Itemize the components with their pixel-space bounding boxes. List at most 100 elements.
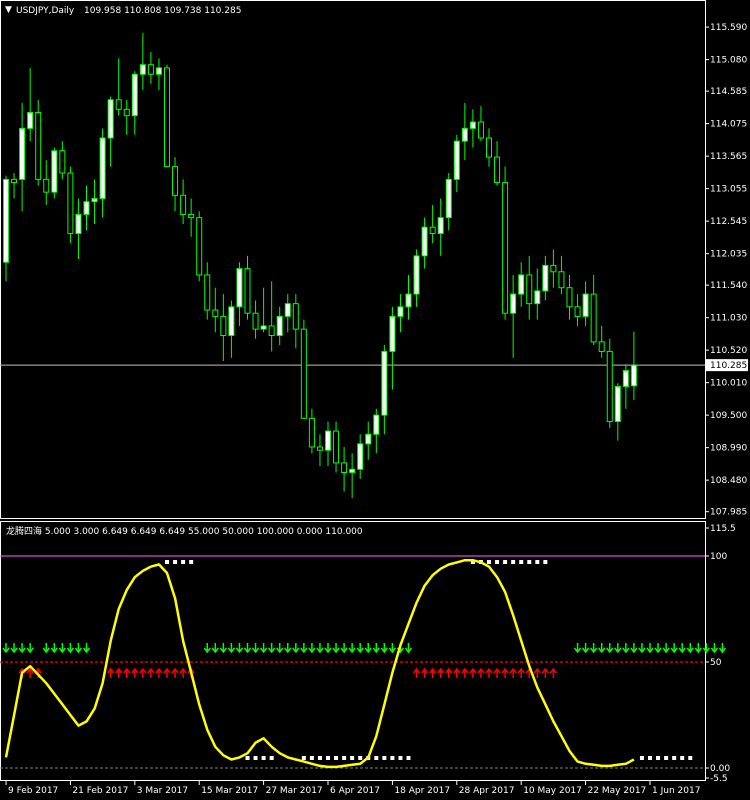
candle-body — [35, 111, 42, 180]
price-axis-label: 112.545 — [710, 217, 747, 227]
candle-body — [614, 385, 621, 423]
bottom-marker-dot — [672, 756, 677, 760]
bottom-marker-dot — [253, 756, 258, 760]
candle-body — [268, 325, 275, 337]
candle[interactable] — [196, 211, 203, 282]
candle-body — [574, 306, 581, 317]
candle-body — [284, 303, 291, 317]
candle-body — [19, 127, 26, 180]
sell-arrow-icon — [517, 667, 525, 678]
sell-arrow-icon — [179, 667, 187, 678]
candle[interactable] — [35, 99, 42, 186]
candle-body — [413, 255, 420, 295]
candle-body — [115, 99, 122, 110]
sell-arrow-icon — [485, 667, 493, 678]
buy-arrow-icon — [203, 643, 211, 654]
buy-arrow-icon — [340, 643, 348, 654]
candle-body — [83, 201, 90, 215]
price-axis-label: 110.520 — [710, 346, 747, 356]
sell-arrow-icon — [115, 667, 123, 678]
buy-arrow-icon — [268, 643, 276, 654]
top-marker-dot — [535, 560, 540, 564]
bottom-marker-dot — [648, 756, 652, 760]
price-axis: 115.590 115.080 114.585 114.075 113.565 113.0… — [705, 23, 748, 518]
sell-arrow-icon — [421, 667, 429, 678]
price-axis-label: 111.030 — [710, 314, 747, 324]
indicator-title: 龙腾四海 5.000 3.000 6.649 6.649 6.649 55.00… — [6, 525, 363, 537]
indicator-axis-label: 50 — [710, 658, 722, 668]
candle-body — [437, 217, 444, 235]
time-axis: 9 Feb 2017 21 Feb 2017 3 Mar 2017 15 Mar 20… — [5, 781, 700, 796]
bottom-marker-dot — [326, 756, 330, 760]
top-marker-dot — [181, 560, 186, 564]
buy-arrow-icon — [260, 643, 268, 654]
buy-arrow-icon — [404, 643, 413, 654]
buy-arrow-icon — [50, 643, 58, 654]
bottom-marker-dot — [390, 756, 395, 760]
candle-body — [196, 217, 203, 276]
buy-arrow-icon — [284, 643, 292, 654]
buy-arrow-icon — [74, 643, 83, 654]
time-axis-label: 21 Feb 2017 — [72, 786, 128, 796]
sell-arrow-icon — [437, 667, 445, 678]
candle-body — [164, 67, 170, 168]
candle-body — [147, 64, 154, 75]
sell-arrow-icon — [26, 667, 34, 678]
indicator-axis-label: 115.5 — [710, 524, 736, 534]
top-marker-dot — [503, 560, 508, 564]
top-marker-dot — [495, 560, 500, 564]
candle[interactable] — [51, 147, 58, 199]
buy-arrow-icon — [686, 643, 694, 654]
bottom-marker-dot — [374, 756, 379, 760]
candle-body — [43, 178, 50, 193]
sell-arrow-icon — [493, 667, 501, 678]
time-axis-label: 10 May 2017 — [523, 786, 582, 796]
sell-arrow-icon — [155, 667, 163, 678]
candle-body — [172, 166, 179, 196]
symbol-menu-icon[interactable]: ▼ — [5, 5, 12, 15]
candle[interactable] — [164, 64, 170, 168]
bottom-marker-dot — [342, 756, 347, 760]
buy-arrow-icon — [251, 643, 260, 654]
top-marker-dot — [189, 560, 194, 564]
candle-body — [139, 64, 146, 75]
candle-body — [542, 264, 549, 292]
time-axis-label: 3 Mar 2017 — [137, 786, 188, 796]
buy-arrow-icon — [646, 643, 654, 654]
candle-body — [99, 137, 106, 200]
sell-arrow-icon — [412, 667, 421, 678]
sell-arrow-icon — [131, 667, 139, 678]
bottom-marker-dot — [301, 756, 306, 760]
candle[interactable] — [502, 166, 509, 320]
buy-arrow-icon — [694, 643, 702, 654]
candle-body — [51, 150, 58, 193]
candle-body — [155, 67, 162, 75]
buy-arrow-icon — [66, 643, 75, 654]
top-marker-dot — [173, 560, 178, 564]
sell-arrow-icon — [509, 667, 517, 678]
candle-body — [180, 194, 187, 215]
bottom-marker-dot — [382, 756, 387, 760]
candle-body — [494, 156, 501, 184]
indicator-line-layer[interactable] — [4, 558, 635, 769]
candle[interactable] — [300, 319, 307, 419]
sell-arrow-icon — [107, 667, 115, 678]
candle[interactable] — [606, 338, 613, 428]
candle-body — [75, 213, 82, 235]
buy-arrow-icon — [2, 643, 10, 654]
current-price-label: 110.285 — [710, 361, 747, 371]
candle-body — [252, 312, 259, 330]
bottom-marker-dot — [350, 756, 355, 760]
sell-arrow-icon — [139, 667, 147, 678]
candle-body — [357, 443, 364, 470]
candle-body — [381, 350, 388, 416]
candle-body — [582, 293, 589, 317]
candle-body — [220, 315, 227, 337]
bottom-marker-dot — [309, 756, 314, 760]
bottom-marker-dot — [639, 756, 644, 760]
candle-body — [316, 446, 323, 451]
indicator-line[interactable] — [4, 558, 635, 769]
buy-arrow-icon — [630, 643, 638, 654]
buy-arrow-icon — [10, 643, 18, 654]
candle[interactable] — [67, 166, 74, 244]
